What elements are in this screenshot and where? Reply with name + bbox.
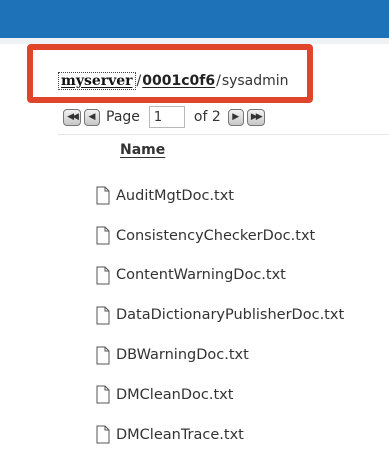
file-name[interactable]: ContentWarningDoc.txt (116, 267, 286, 283)
document-icon (96, 425, 110, 444)
document-icon (96, 186, 110, 205)
file-row[interactable]: AuditMgtDoc.txt (96, 176, 344, 216)
file-list: AuditMgtDoc.txt ConsistencyCheckerDoc.tx… (96, 176, 344, 455)
document-icon (96, 346, 110, 365)
file-name[interactable]: DataDictionaryPublisherDoc.txt (116, 307, 344, 323)
file-row[interactable]: ContentWarningDoc.txt (96, 256, 344, 296)
page-number-input[interactable] (148, 106, 185, 128)
file-row[interactable]: DMCleanTrace.txt (96, 415, 344, 455)
page-count: of 2 (193, 109, 221, 125)
first-page-icon[interactable]: ◀◀ (63, 108, 81, 126)
pagination: ◀◀ ◀ Page of 2 ▶ ▶▶ (63, 104, 265, 130)
file-name[interactable]: DMCleanTrace.txt (116, 427, 244, 443)
breadcrumb-server-link[interactable]: myserver (58, 72, 136, 90)
file-row[interactable]: ConsistencyCheckerDoc.txt (96, 216, 344, 256)
name-column-header[interactable]: Name (120, 142, 165, 158)
header-bar (0, 0, 389, 38)
document-icon (96, 226, 110, 245)
file-name[interactable]: DMCleanDoc.txt (116, 387, 233, 403)
breadcrumb-current: sysadmin (221, 73, 289, 89)
previous-page-icon[interactable]: ◀ (84, 108, 100, 126)
breadcrumb-folder-link[interactable]: 0001c0f6 (142, 73, 215, 89)
file-name[interactable]: AuditMgtDoc.txt (116, 188, 234, 204)
last-page-icon[interactable]: ▶▶ (246, 108, 265, 126)
file-name[interactable]: DBWarningDoc.txt (116, 347, 249, 363)
page-label: Page (106, 109, 140, 125)
document-icon (96, 306, 110, 325)
file-row[interactable]: DMCleanDoc.txt (96, 375, 344, 415)
file-row[interactable]: DataDictionaryPublisherDoc.txt (96, 295, 344, 335)
breadcrumb-separator: / (216, 73, 221, 89)
breadcrumb: myserver / 0001c0f6 / sysadmin (58, 70, 289, 92)
document-icon (96, 385, 110, 404)
divider (58, 134, 389, 135)
file-name[interactable]: ConsistencyCheckerDoc.txt (116, 228, 315, 244)
breadcrumb-separator: / (136, 73, 142, 89)
next-page-icon[interactable]: ▶ (227, 108, 244, 126)
file-row[interactable]: DBWarningDoc.txt (96, 335, 344, 375)
document-icon (96, 266, 110, 285)
